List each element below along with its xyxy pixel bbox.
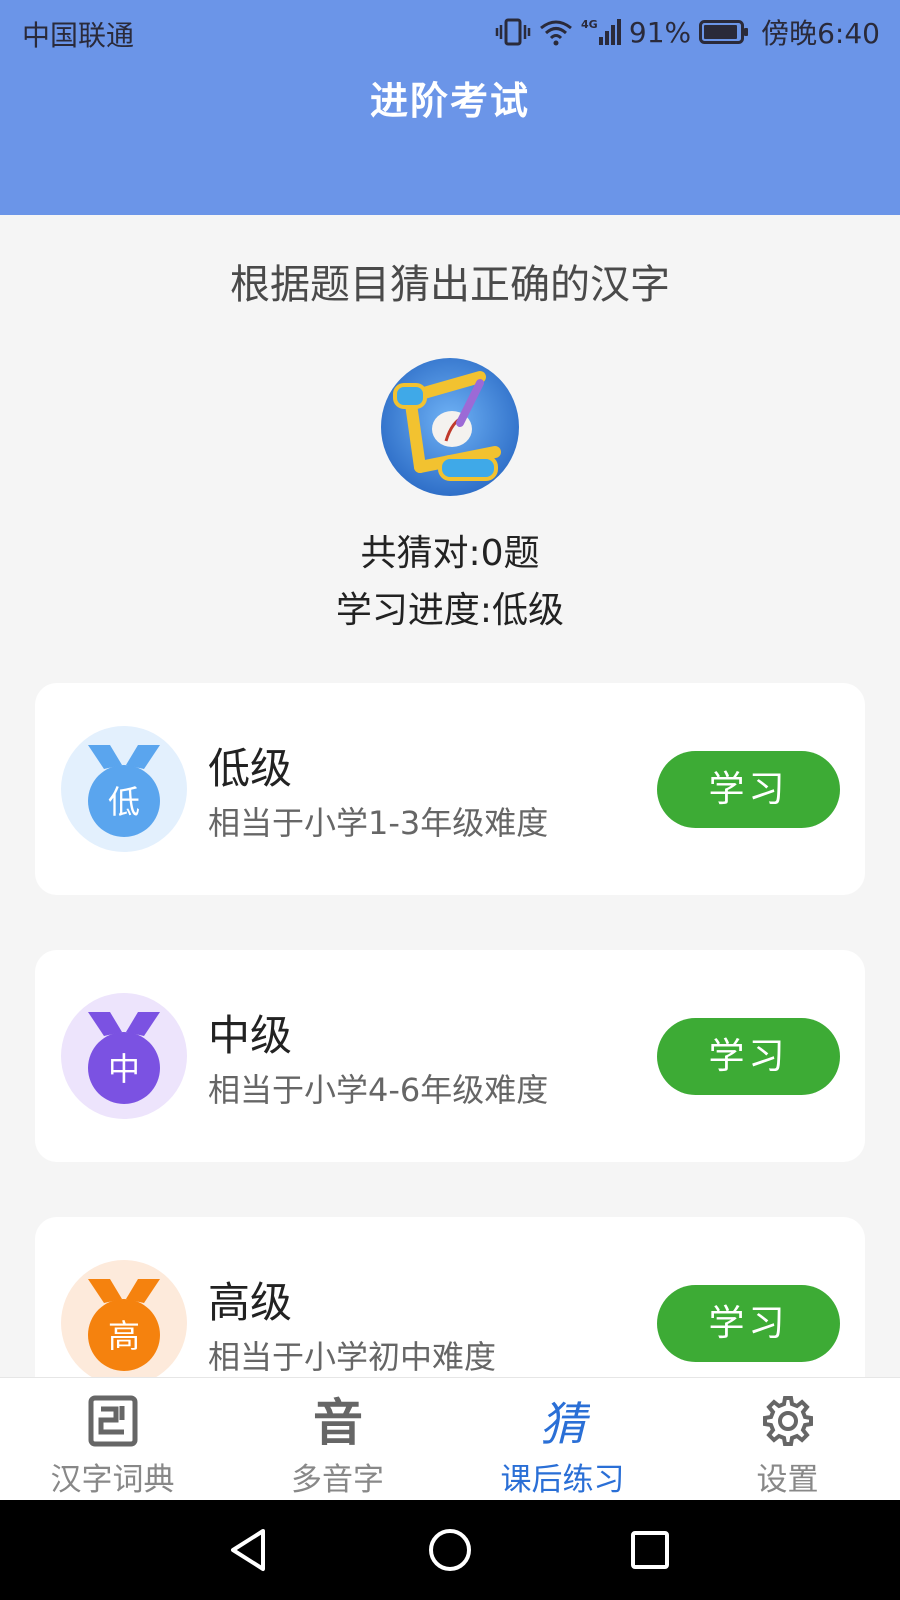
tab-label-dictionary: 汉字词典	[50, 1462, 175, 1498]
home-icon[interactable]	[425, 1525, 475, 1575]
level-title-mid: 中级	[208, 1011, 293, 1060]
medal-badge-high: 高	[108, 1317, 140, 1355]
status-icons: 4G 91% 傍晚6:40	[495, 12, 880, 52]
level-desc-low: 相当于小学1-3年级难度	[208, 804, 549, 842]
learning-progress: 学习进度:低级	[335, 590, 565, 631]
tab-label-exercise: 课后练习	[500, 1462, 625, 1498]
medal-badge-mid: 中	[108, 1050, 140, 1088]
polyphone-glyph: 音	[313, 1394, 363, 1448]
clock: 傍晚6:40	[761, 17, 880, 50]
tab-dictionary[interactable]: 汉字词典	[0, 1378, 225, 1501]
tab-label-settings: 设置	[756, 1462, 819, 1498]
level-card-mid: 中 中级 相当于小学4-6年级难度 学习	[35, 950, 865, 1162]
guess-icon: 猜	[540, 1397, 590, 1448]
instruction-text: 根据题目猜出正确的汉字	[230, 262, 670, 308]
level-card-low: 低 低级 相当于小学1-3年级难度 学习	[35, 683, 865, 895]
medal-icon-high: 高	[61, 1260, 187, 1386]
battery-percent: 91%	[628, 15, 692, 49]
system-nav-bar	[0, 1500, 900, 1600]
medal-badge-low: 低	[108, 783, 140, 821]
level-title-low: 低级	[208, 744, 293, 793]
correct-count: 共猜对:0题	[360, 533, 540, 574]
scroll-brush-icon	[381, 358, 519, 496]
medal-icon-mid: 中	[61, 993, 187, 1119]
back-icon[interactable]	[225, 1525, 275, 1575]
vibrate-icon	[495, 18, 531, 46]
bottom-tab-bar: 汉字词典 音 多音字 猜 课后练习 设置	[0, 1377, 900, 1501]
study-button-mid[interactable]: 学习	[657, 1018, 840, 1095]
tab-settings[interactable]: 设置	[675, 1378, 900, 1501]
level-title-high: 高级	[208, 1278, 293, 1327]
battery-icon	[699, 20, 749, 44]
level-desc-high: 相当于小学初中难度	[208, 1338, 497, 1376]
polyphone-icon: 音	[313, 1394, 363, 1448]
header-bar: 中国联通 4G 91% 傍晚6:40 进阶考试	[0, 0, 900, 215]
gear-icon	[763, 1396, 813, 1446]
signal-icon: 4G	[581, 18, 621, 45]
status-bar: 中国联通 4G 91% 傍晚6:40	[0, 0, 900, 64]
tab-polyphone[interactable]: 音 多音字	[225, 1378, 450, 1501]
wifi-icon	[539, 20, 572, 46]
tab-label-polyphone: 多音字	[291, 1462, 384, 1498]
medal-icon-low: 低	[61, 726, 187, 852]
carrier-name: 中国联通	[22, 19, 135, 52]
recent-apps-icon[interactable]	[625, 1525, 675, 1575]
network-type-label: 4G	[581, 18, 598, 31]
tab-exercise[interactable]: 猜 课后练习	[450, 1378, 675, 1501]
level-desc-mid: 相当于小学4-6年级难度	[208, 1071, 549, 1109]
study-button-low[interactable]: 学习	[657, 751, 840, 828]
dictionary-icon	[88, 1395, 138, 1447]
guess-glyph: 猜	[540, 1397, 590, 1448]
page-title: 进阶考试	[369, 79, 530, 123]
study-button-high[interactable]: 学习	[657, 1285, 840, 1362]
